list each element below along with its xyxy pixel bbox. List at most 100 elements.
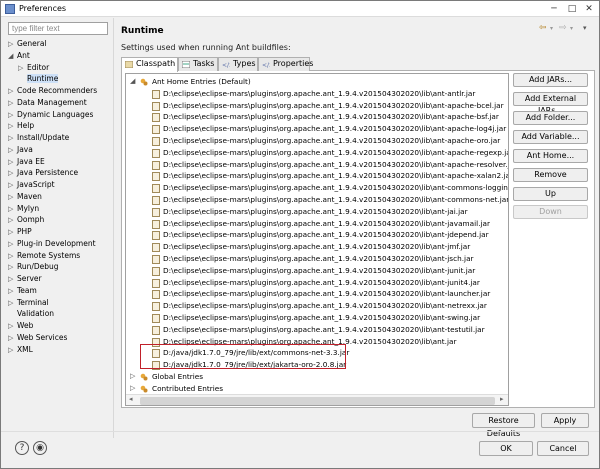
tree-item[interactable]: Runtime <box>18 73 59 84</box>
jar-file-icon <box>152 314 160 323</box>
tree-expand-icon[interactable]: ▷ <box>8 86 17 97</box>
tree-item[interactable]: ▷ Server <box>8 273 42 284</box>
tree-item[interactable]: ▷ General <box>8 38 47 49</box>
jar-file-icon <box>152 231 160 241</box>
forward-menu-icon[interactable]: ▾ <box>570 25 573 32</box>
tree-item[interactable]: Validation <box>8 308 54 319</box>
tree-expand-icon[interactable]: ▷ <box>8 110 17 121</box>
tree-item[interactable]: ▷ Java <box>8 144 33 155</box>
preferences-import-icon[interactable]: ◉ <box>33 441 47 455</box>
tree-item[interactable]: ▷ Web <box>8 320 33 331</box>
scroll-right-icon[interactable]: ▸ <box>500 395 504 403</box>
tree-item-label: Dynamic Languages <box>17 109 94 119</box>
tree-item[interactable]: ▷ Editor <box>18 62 49 73</box>
sash-divider[interactable] <box>113 18 115 438</box>
tree-expand-icon[interactable]: ▷ <box>8 39 17 50</box>
back-menu-icon[interactable]: ▾ <box>550 25 553 32</box>
tree-item[interactable]: ▷ Dynamic Languages <box>8 109 93 120</box>
tree-item[interactable]: ▷ Oomph <box>8 214 44 225</box>
add-folder-button[interactable]: Add Folder... <box>513 111 588 125</box>
forward-arrow-icon[interactable]: ⇨ <box>559 23 567 33</box>
down-button[interactable]: Down <box>513 205 588 219</box>
tab-types[interactable]: </> Types <box>218 57 258 71</box>
scroll-left-icon[interactable]: ◂ <box>129 395 133 403</box>
tab-label: Classpath <box>136 59 176 68</box>
tree-item[interactable]: ▷ Code Recommenders <box>8 85 97 96</box>
tree-item[interactable]: ▷ Maven <box>8 191 42 202</box>
expand-icon[interactable]: ▷ <box>130 383 135 395</box>
tree-item-label: Web Services <box>17 332 68 342</box>
expand-icon[interactable]: ▷ <box>130 371 135 383</box>
close-button[interactable]: ✕ <box>581 3 597 15</box>
tree-item[interactable]: ▷ Install/Update <box>8 132 69 143</box>
tree-item[interactable]: ▷ Data Management <box>8 97 87 108</box>
classpath-icon <box>125 61 133 68</box>
filter-input[interactable] <box>8 22 108 35</box>
collapse-icon[interactable]: ◢ <box>130 76 135 88</box>
tab-tasks[interactable]: Tasks <box>178 57 218 71</box>
tree-expand-icon[interactable]: ▷ <box>8 98 17 109</box>
ant-home-button[interactable]: Ant Home... <box>513 149 588 163</box>
tree-item[interactable]: ▷ Remote Systems <box>8 250 80 261</box>
add-variable-button[interactable]: Add Variable... <box>513 130 588 144</box>
add-jars-button[interactable]: Add JARs... <box>513 73 588 87</box>
tree-expand-icon[interactable]: ▷ <box>8 204 17 215</box>
tree-expand-icon[interactable]: ▷ <box>8 345 17 356</box>
tree-item[interactable]: ▷ Run/Debug <box>8 261 59 272</box>
tree-expand-icon[interactable]: ▷ <box>8 298 17 309</box>
tree-expand-icon[interactable]: ▷ <box>8 180 17 191</box>
preferences-window: Preferences ─ □ ✕ ▷General◢Ant▷EditorRun… <box>0 0 600 469</box>
add-external-jars-button[interactable]: Add External JARs... <box>513 92 588 115</box>
tree-item[interactable]: ▷ Plug-in Development <box>8 238 96 249</box>
restore-defaults-button[interactable]: Restore Defaults <box>472 413 535 438</box>
tree-expand-icon[interactable]: ▷ <box>8 274 17 285</box>
tree-item-label: Remote Systems <box>17 250 81 260</box>
horizontal-scrollbar[interactable]: ◂ ▸ <box>126 394 508 405</box>
tree-item[interactable]: ◢ Ant <box>8 50 30 61</box>
apply-button[interactable]: Apply <box>541 413 589 428</box>
scroll-thumb[interactable] <box>140 397 495 405</box>
up-button[interactable]: Up <box>513 187 588 201</box>
tab-classpath[interactable]: Classpath <box>121 57 178 72</box>
tree-item[interactable]: ▷ Java Persistence <box>8 167 78 178</box>
entry-label: D:\eclipse\eclipse-mars\plugins\org.apac… <box>163 112 499 122</box>
tree-expand-icon[interactable]: ◢ <box>8 51 17 62</box>
back-arrow-icon[interactable]: ⇦ <box>539 23 547 33</box>
ok-button[interactable]: OK <box>479 441 533 456</box>
remove-button[interactable]: Remove <box>513 168 588 182</box>
tree-item[interactable]: ▷ Web Services <box>8 332 67 343</box>
tree-item[interactable]: ▷ Help <box>8 120 34 131</box>
tree-item-label: PHP <box>17 227 32 236</box>
tree-expand-icon[interactable]: ▷ <box>8 227 17 238</box>
tree-item-label: General <box>17 39 47 48</box>
tree-expand-icon[interactable]: ▷ <box>18 63 27 74</box>
tree-expand-icon[interactable]: ▷ <box>8 157 17 168</box>
tree-expand-icon[interactable]: ▷ <box>8 133 17 144</box>
tree-expand-icon[interactable]: ▷ <box>8 239 17 250</box>
tree-expand-icon[interactable]: ▷ <box>8 251 17 262</box>
tree-expand-icon[interactable]: ▷ <box>8 321 17 332</box>
tree-item-label: Runtime <box>27 74 59 84</box>
tree-expand-icon[interactable]: ▷ <box>8 215 17 226</box>
help-icon[interactable]: ? <box>15 441 29 455</box>
cancel-button[interactable]: Cancel <box>537 441 589 456</box>
tree-expand-icon[interactable]: ▷ <box>8 333 17 344</box>
tree-expand-icon[interactable]: ▷ <box>8 145 17 156</box>
minimize-button[interactable]: ─ <box>546 3 562 15</box>
tree-item[interactable]: ▷ Java EE <box>8 156 45 167</box>
tree-expand-icon[interactable]: ▷ <box>8 121 17 132</box>
tab-properties[interactable]: </> Properties <box>258 57 313 71</box>
tree-expand-icon[interactable]: ▷ <box>8 168 17 179</box>
jar-file-icon <box>152 184 160 194</box>
tree-expand-icon[interactable]: ▷ <box>8 286 17 297</box>
view-menu-icon[interactable]: ▾ <box>583 24 587 32</box>
tree-item[interactable]: ▷ Terminal <box>8 297 49 308</box>
tree-item[interactable]: ▷ Team <box>8 285 37 296</box>
tree-expand-icon[interactable]: ▷ <box>8 192 17 203</box>
tree-item[interactable]: ▷ XML <box>8 344 33 355</box>
tree-item[interactable]: ▷ Mylyn <box>8 203 39 214</box>
tree-item[interactable]: ▷ JavaScript <box>8 179 55 190</box>
tree-item[interactable]: ▷ PHP <box>8 226 32 237</box>
tree-expand-icon[interactable]: ▷ <box>8 262 17 273</box>
maximize-button[interactable]: □ <box>564 3 580 15</box>
